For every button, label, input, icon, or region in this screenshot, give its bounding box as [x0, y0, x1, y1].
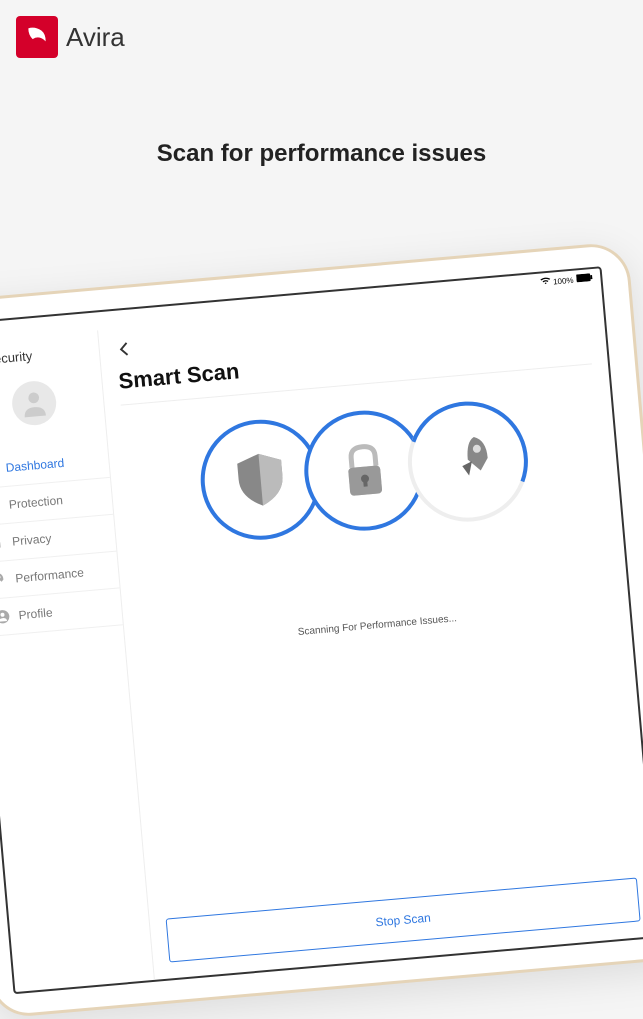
lock-large-icon	[329, 436, 398, 505]
sidebar-item-label: Protection	[8, 493, 63, 512]
scan-icons-row	[123, 390, 605, 551]
battery-icon	[576, 273, 593, 284]
battery-percent: 100%	[553, 275, 574, 286]
lock-icon	[0, 534, 5, 551]
scan-circle-performance	[402, 397, 532, 527]
nav-list: Dashboard Protection Privacy Performance	[0, 441, 123, 637]
sidebar-item-label: Profile	[18, 605, 53, 622]
back-button[interactable]	[115, 335, 142, 369]
shield-icon	[0, 497, 2, 514]
brand-bar: Avira	[16, 16, 125, 58]
brand-name: Avira	[66, 22, 125, 53]
avatar[interactable]	[10, 379, 58, 427]
tablet-screen: n Jul 6 100% ro Security Dashboard	[0, 266, 643, 994]
rocket-icon	[0, 571, 8, 588]
app-title: ro Security	[0, 338, 100, 373]
page-title: Smart Scan	[118, 328, 592, 406]
avira-logo-icon	[16, 16, 58, 58]
scan-status-text: Scanning For Performance Issues...	[141, 600, 613, 652]
sidebar-item-label: Performance	[15, 566, 85, 586]
person-icon	[0, 608, 11, 625]
sidebar-item-label: Dashboard	[5, 456, 65, 475]
headline: Scan for performance issues	[0, 140, 643, 168]
sidebar-item-label: Privacy	[12, 531, 52, 548]
rocket-large-icon	[433, 427, 502, 496]
stop-scan-button[interactable]: Stop Scan	[166, 877, 641, 962]
shield-large-icon	[226, 445, 295, 514]
tablet-frame: n Jul 6 100% ro Security Dashboard	[0, 241, 643, 1019]
wifi-icon	[540, 277, 551, 288]
main-content: Smart Scan	[98, 286, 643, 980]
